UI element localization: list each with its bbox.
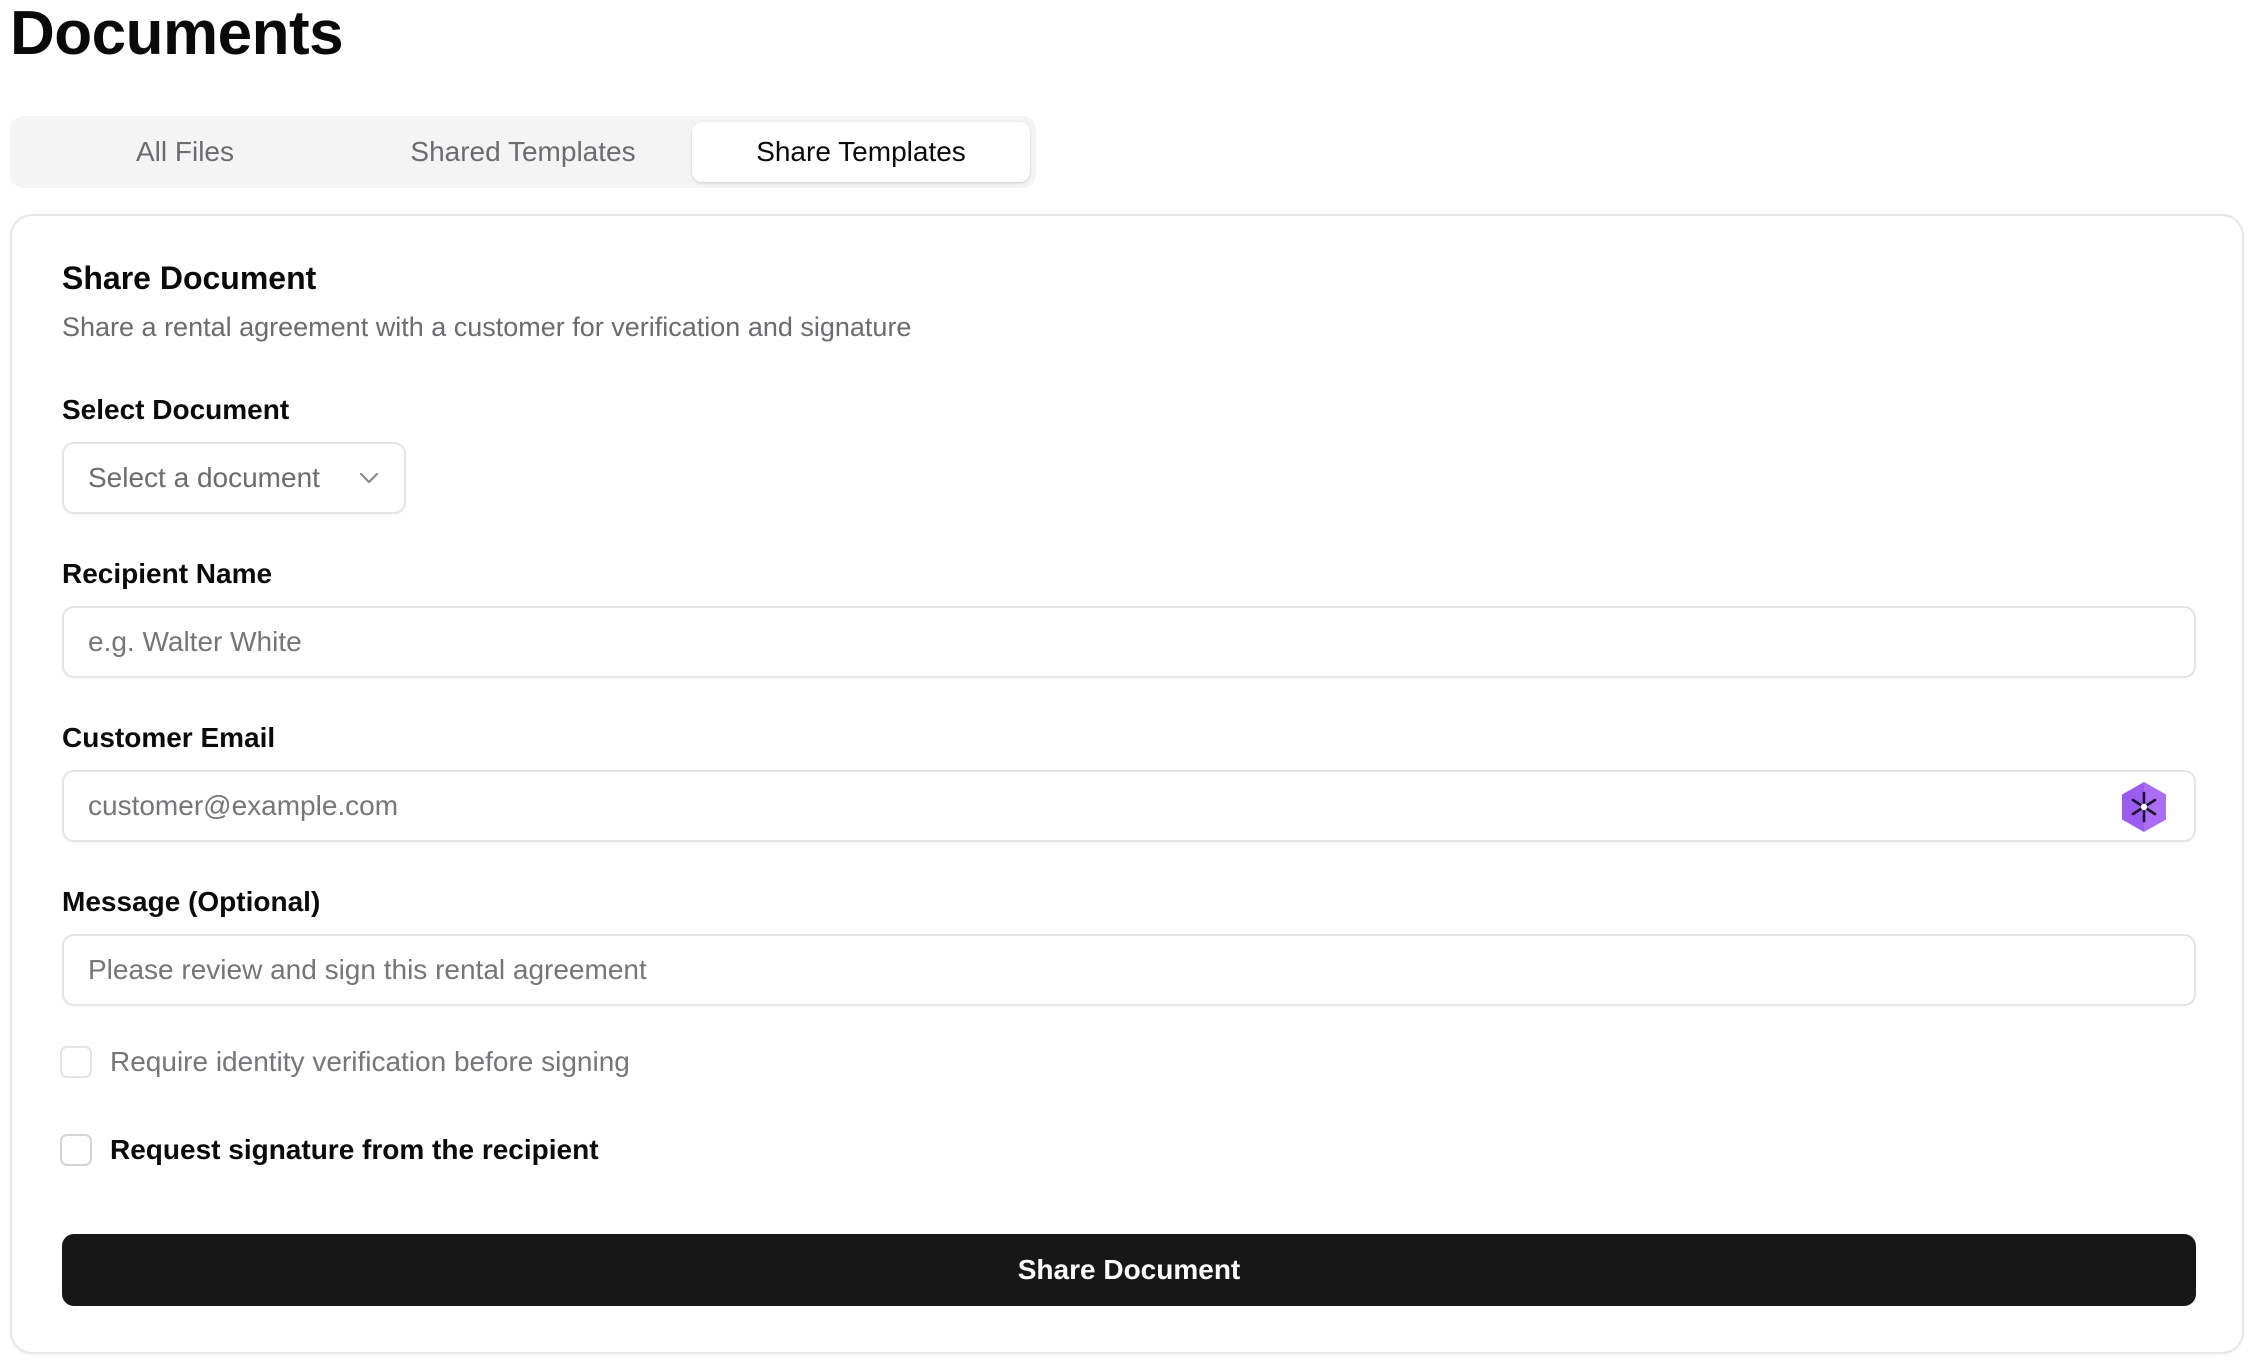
message-label: Message (Optional): [62, 886, 321, 917]
tab-list: All Files Shared Templates Share Templat…: [10, 116, 1036, 188]
chevron-down-icon: [358, 467, 380, 489]
select-document-dropdown[interactable]: Select a document: [62, 442, 406, 514]
share-document-button[interactable]: Share Document: [62, 1234, 2196, 1306]
tab-all-files[interactable]: All Files: [16, 122, 354, 182]
select-document-label: Select Document: [62, 394, 290, 425]
card-title: Share Document: [62, 260, 317, 296]
request-signature-checkbox-row[interactable]: Request signature from the recipient: [60, 1134, 599, 1166]
require-identity-checkbox-row[interactable]: Require identity verification before sig…: [60, 1046, 630, 1078]
request-signature-checkbox[interactable]: [60, 1134, 92, 1166]
require-identity-checkbox[interactable]: [60, 1046, 92, 1078]
tab-shared-templates[interactable]: Shared Templates: [354, 122, 692, 182]
request-signature-label: Request signature from the recipient: [110, 1134, 599, 1165]
customer-email-input[interactable]: [62, 770, 2196, 842]
sparkle-hexagon-icon[interactable]: [2116, 779, 2172, 835]
page-title: Documents: [10, 0, 344, 68]
tab-share-templates[interactable]: Share Templates: [692, 122, 1030, 182]
recipient-name-input[interactable]: [62, 606, 2196, 678]
share-document-card: Share Document Share a rental agreement …: [10, 214, 2244, 1354]
recipient-name-label: Recipient Name: [62, 558, 273, 589]
customer-email-label: Customer Email: [62, 722, 276, 753]
card-description: Share a rental agreement with a customer…: [62, 312, 912, 342]
require-identity-label: Require identity verification before sig…: [110, 1046, 630, 1077]
message-input[interactable]: [62, 934, 2196, 1006]
select-document-placeholder: Select a document: [88, 462, 320, 493]
